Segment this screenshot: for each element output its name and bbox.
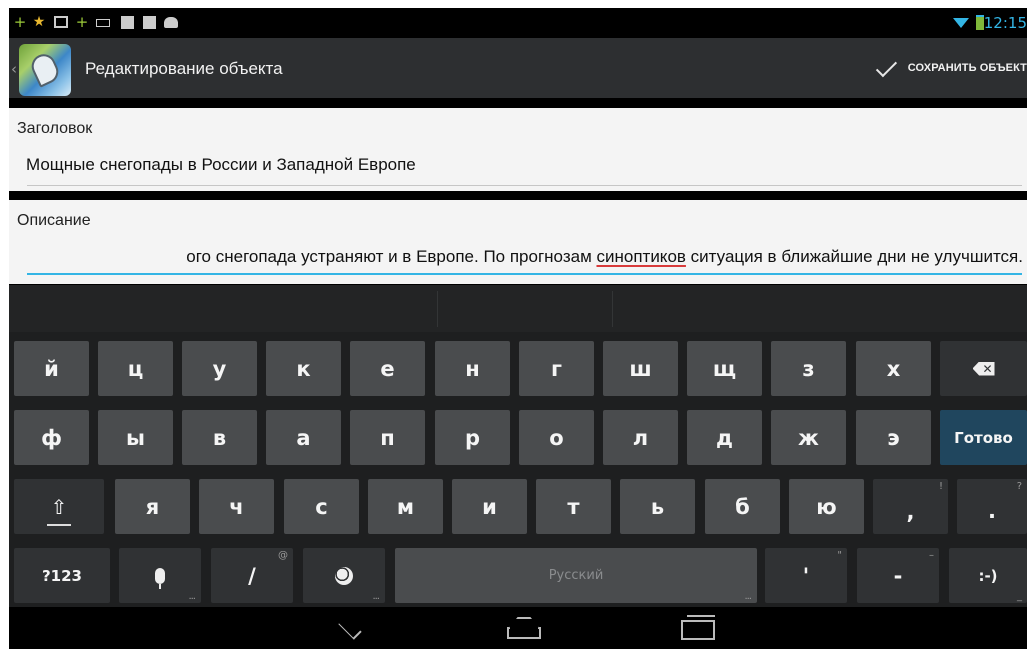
key-letter[interactable]: и (452, 479, 527, 534)
key-letter[interactable]: л (603, 410, 678, 465)
backspace-icon: ✕ (972, 361, 995, 376)
apostrophe-label: ' (802, 563, 810, 588)
keyboard-icon (95, 13, 111, 31)
suggestion-divider (437, 291, 438, 327)
plus-icon: + (75, 13, 89, 31)
misspelled-word[interactable]: синоптиков (596, 247, 685, 266)
key-letter[interactable]: б (705, 479, 780, 534)
backspace-key[interactable]: ✕ (940, 341, 1027, 396)
store-bag-icon (141, 13, 157, 31)
key-letter[interactable]: ю (789, 479, 864, 534)
dash-hint: – (929, 550, 934, 561)
shift-key[interactable]: ⇧ (14, 479, 104, 534)
key-letter[interactable]: ы (98, 410, 173, 465)
key-letter[interactable]: ц (98, 341, 173, 396)
space-bar[interactable]: Русский ... (395, 548, 757, 603)
star-icon: ★ (32, 14, 46, 30)
period-key[interactable]: . ? (957, 479, 1027, 534)
key-letter[interactable]: р (435, 410, 510, 465)
slash-label: / (248, 563, 256, 588)
dash-key[interactable]: - – (857, 548, 939, 603)
android-icon (163, 13, 179, 31)
description-field-card: Описание ого снегопада устраняют и в Евр… (9, 200, 1027, 284)
period-label: . (988, 498, 996, 523)
key-letter[interactable]: т (536, 479, 611, 534)
key-letter[interactable]: н (435, 341, 510, 396)
key-letter[interactable]: ж (771, 410, 846, 465)
home-icon[interactable] (507, 617, 541, 639)
status-bar: + ★ + 12:15 (9, 8, 1027, 38)
key-letter[interactable]: к (266, 341, 341, 396)
apostrophe-hint: " (837, 550, 842, 561)
map-pin-app-icon[interactable] (19, 44, 71, 96)
smiley-label: :-) (978, 566, 998, 585)
comma-label: , (906, 499, 915, 524)
description-text-after: ситуация в ближайшие дни не улучшится. (685, 247, 1023, 266)
description-field-label: Описание (17, 212, 91, 229)
title-field-label: Заголовок (17, 120, 93, 137)
check-icon (880, 58, 902, 78)
key-letter[interactable]: в (182, 410, 257, 465)
key-letter[interactable]: г (519, 341, 594, 396)
description-text-before: ого снегопада устраняют и в Европе. По п… (186, 247, 597, 266)
microphone-icon (155, 567, 165, 589)
save-object-label: СОХРАНИТЬ ОБЪЕКТ (907, 62, 1027, 74)
key-letter[interactable]: м (368, 479, 443, 534)
device-screen: + ★ + 12:15 ‹ Редактирование объекта СОХ… (9, 8, 1027, 649)
language-key[interactable]: ... (303, 548, 385, 603)
key-letter[interactable]: у (182, 341, 257, 396)
key-letter[interactable]: п (350, 410, 425, 465)
dash-label: - (893, 563, 903, 588)
key-letter[interactable]: ф (14, 410, 89, 465)
title-input-underline (27, 185, 1022, 186)
action-bar: ‹ Редактирование объекта СОХРАНИТЬ ОБЪЕК… (9, 38, 1027, 98)
status-time: 12:15 (983, 14, 1027, 32)
key-letter[interactable]: ь (620, 479, 695, 534)
key-letter[interactable]: д (687, 410, 762, 465)
title-field-card: Заголовок Мощные снегопады в России и За… (9, 108, 1027, 191)
apostrophe-key[interactable]: ' " (765, 548, 847, 603)
space-language-label: Русский (548, 568, 604, 583)
navigation-bar (9, 607, 1027, 649)
wifi-icon (953, 18, 969, 28)
action-bar-title: Редактирование объекта (85, 59, 283, 78)
slash-key[interactable]: / @ (211, 548, 293, 603)
comma-key[interactable]: , ! (873, 479, 948, 534)
suggestion-strip[interactable] (9, 285, 1027, 332)
key-letter[interactable]: з (771, 341, 846, 396)
symbols-key[interactable]: ?123 (14, 548, 110, 603)
plus-icon: + (13, 13, 27, 31)
key-letter[interactable]: о (519, 410, 594, 465)
key-letter[interactable]: ч (199, 479, 274, 534)
period-hint: ? (1016, 481, 1022, 492)
smiley-key[interactable]: :-) _ (949, 548, 1027, 603)
done-key[interactable]: Готово (940, 410, 1027, 465)
key-letter[interactable]: й (14, 341, 89, 396)
recents-icon[interactable] (681, 615, 715, 640)
key-letter[interactable]: а (266, 410, 341, 465)
key-letter[interactable]: ш (603, 341, 678, 396)
image-icon (53, 13, 69, 31)
voice-input-key[interactable]: ... (119, 548, 201, 603)
store-bag-icon (119, 13, 135, 31)
key-letter[interactable]: э (856, 410, 931, 465)
up-chevron-icon[interactable]: ‹ (11, 60, 17, 78)
slash-hint: @ (278, 550, 288, 561)
title-input[interactable]: Мощные снегопады в России и Западной Евр… (26, 155, 1026, 175)
key-letter[interactable]: с (284, 479, 359, 534)
key-letter[interactable]: щ (687, 341, 762, 396)
comma-hint: ! (938, 481, 943, 492)
shift-indicator (47, 524, 71, 526)
description-input[interactable]: ого снегопада устраняют и в Европе. По п… (17, 247, 1023, 267)
key-letter[interactable]: х (856, 341, 931, 396)
shift-icon: ⇧ (50, 494, 68, 519)
back-icon[interactable] (338, 616, 362, 640)
key-letter[interactable]: е (350, 341, 425, 396)
globe-icon (335, 566, 353, 585)
key-letter[interactable]: я (115, 479, 190, 534)
suggestion-divider (612, 291, 613, 327)
soft-keyboard: й ц у к е н г ш щ з х ✕ ф ы в а п р о л … (9, 285, 1027, 607)
description-input-underline (27, 273, 1022, 275)
save-object-button[interactable]: СОХРАНИТЬ ОБЪЕКТ (880, 56, 1027, 80)
